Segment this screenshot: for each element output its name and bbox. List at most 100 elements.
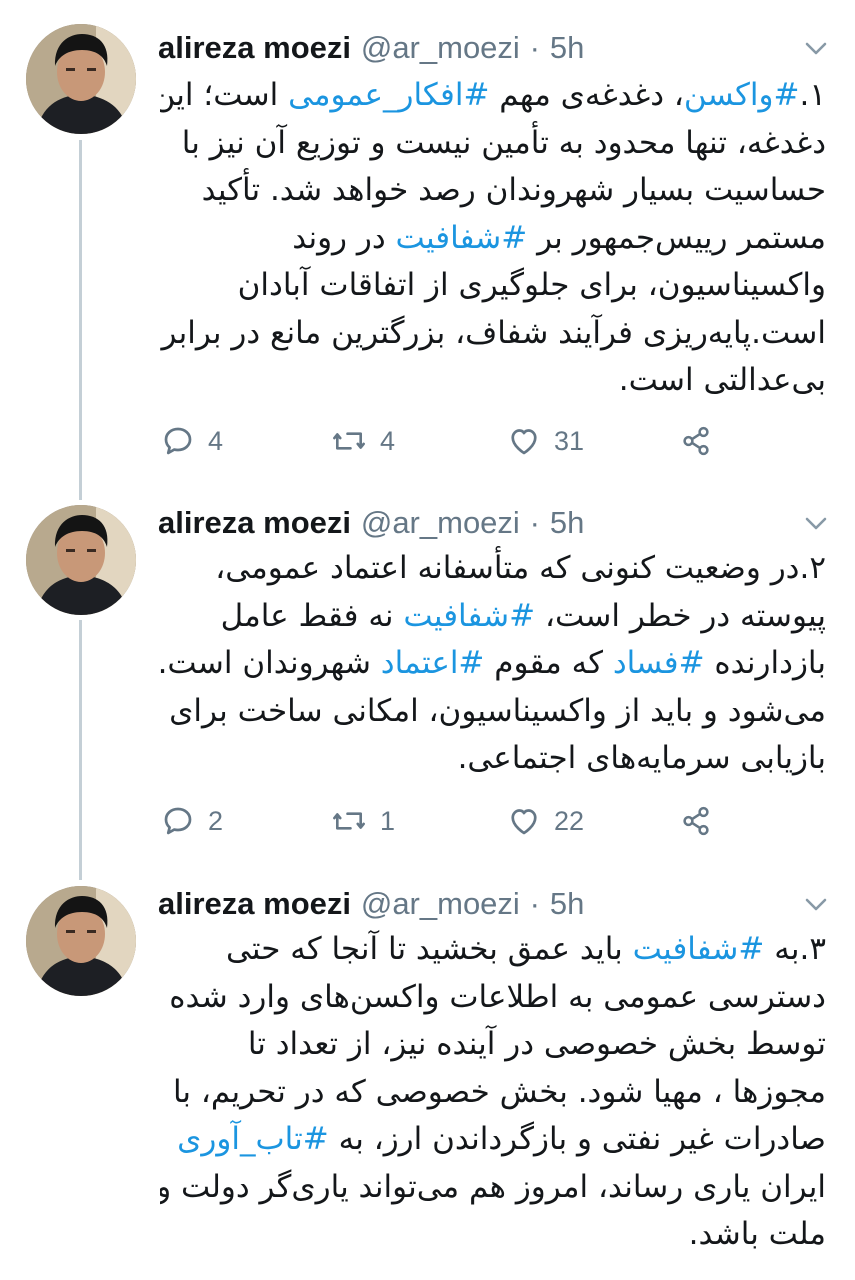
tweet-text-line: می‌شود و باید از واکسیناسیون، امکانی ساخ… bbox=[160, 688, 826, 736]
tweet-text: ۳.به #شفافیت باید عمق بخشید تا آنجا که ح… bbox=[160, 926, 826, 1259]
tweet-actions: 2 1 22 bbox=[160, 799, 780, 843]
tweet-text-line: مستمر رییس‌جمهور بر #شفافیت در روند bbox=[160, 215, 826, 263]
author-name[interactable]: alireza moezi bbox=[158, 886, 351, 921]
text-segment: ۳.به bbox=[764, 931, 826, 967]
share-button[interactable] bbox=[678, 419, 714, 463]
tweet-text-line: ملت باشد. bbox=[160, 1211, 826, 1259]
hashtag-link[interactable]: #اعتماد bbox=[381, 645, 485, 681]
tweet-text-line: ۳.به #شفافیت باید عمق بخشید تا آنجا که ح… bbox=[160, 926, 826, 974]
avatar[interactable] bbox=[26, 886, 136, 996]
text-segment: می‌شود و باید از واکسیناسیون، امکانی ساخ… bbox=[169, 692, 826, 729]
tweet-header: alireza moezi @ar_moezi · 5h bbox=[158, 878, 584, 930]
author-handle[interactable]: @ar_moezi bbox=[361, 505, 520, 540]
tweet-text-line: بی‌عدالتی است. bbox=[160, 357, 826, 405]
share-icon bbox=[678, 423, 714, 459]
text-segment: باید عمق بخشید تا آنجا که حتی bbox=[226, 931, 633, 967]
text-segment: مستمر رییس‌جمهور بر bbox=[527, 219, 826, 256]
hashtag-link[interactable]: #تاب_آوری bbox=[177, 1121, 329, 1157]
tweet-text-line: است.پایه‌ریزی فرآیند شفاف، بزرگترین مانع… bbox=[160, 310, 826, 358]
tweet-text-line: دسترسی عمومی به اطلاعات واکسن‌های وارد ش… bbox=[160, 974, 826, 1022]
text-segment: که مقوم bbox=[484, 645, 613, 681]
text-segment: ، دغدغه‌ی مهم bbox=[489, 77, 684, 113]
text-segment: بی‌عدالتی است. bbox=[618, 362, 826, 398]
tweet-header: alireza moezi @ar_moezi · 5h bbox=[158, 22, 584, 74]
avatar[interactable] bbox=[26, 505, 136, 615]
chevron-down-icon[interactable] bbox=[800, 32, 832, 64]
share-icon bbox=[678, 803, 714, 839]
reply-icon bbox=[160, 803, 196, 839]
text-segment: است؛ این bbox=[160, 77, 289, 113]
text-segment: واکسیناسیون، برای جلوگیری از اتفاقات آبا… bbox=[237, 267, 826, 303]
reply-count: 2 bbox=[208, 805, 224, 836]
separator-dot: · bbox=[529, 505, 540, 540]
text-segment: پیوسته در خطر است، bbox=[535, 597, 826, 634]
hashtag-link[interactable]: #شفافیت bbox=[396, 220, 528, 256]
text-segment: مجوزها ، مهیا شود. بخش خصوصی که در تحریم… bbox=[172, 1073, 826, 1110]
tweet-text-line: بازدارنده #فساد که مقوم #اعتماد شهروندان… bbox=[160, 640, 826, 688]
text-segment: نه فقط عامل bbox=[220, 597, 404, 634]
reply-count: 4 bbox=[208, 425, 224, 456]
separator-dot: · bbox=[529, 30, 540, 65]
retweet-count: 4 bbox=[380, 425, 396, 456]
tweet-text-line: صادرات غیر نفتی و بازگرداندن ارز، به #تا… bbox=[160, 1116, 826, 1164]
retweet-icon bbox=[330, 803, 368, 839]
hashtag-link[interactable]: #شفافیت bbox=[633, 931, 765, 967]
text-segment: در روند bbox=[292, 219, 396, 256]
like-count: 22 bbox=[554, 805, 585, 836]
tweet-text: ۲.در وضعیت کنونی که متأسفانه اعتماد عموم… bbox=[160, 545, 826, 783]
tweet-text-line: مجوزها ، مهیا شود. بخش خصوصی که در تحریم… bbox=[160, 1069, 826, 1117]
reply-button[interactable]: 2 bbox=[160, 799, 223, 843]
like-button[interactable]: 22 bbox=[506, 799, 584, 843]
share-button[interactable] bbox=[678, 799, 714, 843]
text-segment: دسترسی عمومی به اطلاعات واکسن‌های وارد ش… bbox=[169, 978, 826, 1015]
tweet-text-line: دغدغه، تنها محدود به تأمین نیست و توزیع … bbox=[160, 120, 826, 168]
text-segment: صادرات غیر نفتی و بازگرداندن ارز، به bbox=[328, 1121, 826, 1157]
text-segment: حساسیت بسیار شهروندان رصد خواهد شد. تأکی… bbox=[201, 172, 826, 208]
heart-icon bbox=[506, 423, 542, 459]
tweet-text-line: توسط بخش خصوصی در آینده نیز، از تعداد تا bbox=[160, 1021, 826, 1069]
text-segment: ۱. bbox=[799, 77, 826, 113]
tweet-text-line: ۱.#واکسن، دغدغه‌ی مهم #افکار_عمومی است؛ … bbox=[160, 72, 826, 120]
tweet-text-line: حساسیت بسیار شهروندان رصد خواهد شد. تأکی… bbox=[160, 167, 826, 215]
tweet[interactable]: alireza moezi @ar_moezi · 5h ۲.در وضعیت … bbox=[0, 497, 855, 857]
text-segment: است.پایه‌ریزی فرآیند شفاف، بزرگترین مانع… bbox=[161, 314, 826, 351]
retweet-button[interactable]: 1 bbox=[330, 799, 395, 843]
chevron-down-icon[interactable] bbox=[800, 507, 832, 539]
text-segment: شهروندان است. bbox=[160, 645, 381, 681]
reply-icon bbox=[160, 423, 196, 459]
hashtag-link[interactable]: #افکار_عمومی bbox=[288, 77, 489, 113]
timestamp[interactable]: 5h bbox=[550, 886, 584, 921]
hashtag-link[interactable]: #فساد bbox=[613, 645, 705, 681]
heart-icon bbox=[506, 803, 542, 839]
text-segment: دغدغه، تنها محدود به تأمین نیست و توزیع … bbox=[181, 124, 826, 161]
timestamp[interactable]: 5h bbox=[550, 505, 584, 540]
like-count: 31 bbox=[554, 425, 585, 456]
chevron-down-icon[interactable] bbox=[800, 888, 832, 920]
text-segment: ایران یاری رساند، امروز هم می‌تواند یاری… bbox=[160, 1168, 826, 1205]
author-name[interactable]: alireza moezi bbox=[158, 30, 351, 65]
like-button[interactable]: 31 bbox=[506, 419, 584, 463]
text-segment: بازیابی سرمایه‌های اجتماعی. bbox=[457, 740, 826, 776]
retweet-icon bbox=[330, 423, 368, 459]
text-segment: توسط بخش خصوصی در آینده نیز، از تعداد تا bbox=[247, 1026, 826, 1062]
text-segment: ۲.در وضعیت کنونی که متأسفانه اعتماد عموم… bbox=[215, 550, 826, 586]
author-handle[interactable]: @ar_moezi bbox=[361, 886, 520, 921]
tweet-text-line: ۲.در وضعیت کنونی که متأسفانه اعتماد عموم… bbox=[160, 545, 826, 593]
author-name[interactable]: alireza moezi bbox=[158, 505, 351, 540]
tweet-actions: 4 4 31 bbox=[160, 419, 780, 463]
author-handle[interactable]: @ar_moezi bbox=[361, 30, 520, 65]
tweet-text-line: واکسیناسیون، برای جلوگیری از اتفاقات آبا… bbox=[160, 262, 826, 310]
timestamp[interactable]: 5h bbox=[550, 30, 584, 65]
tweet[interactable]: alireza moezi @ar_moezi · 5h ۳.به #شفافی… bbox=[0, 878, 855, 1280]
tweet-text-line: پیوسته در خطر است، #شفافیت نه فقط عامل bbox=[160, 593, 826, 641]
tweet-text-line: ایران یاری رساند، امروز هم می‌تواند یاری… bbox=[160, 1164, 826, 1212]
hashtag-link[interactable]: #شفافیت bbox=[403, 598, 535, 634]
retweet-button[interactable]: 4 bbox=[330, 419, 395, 463]
hashtag-link[interactable]: #واکسن bbox=[684, 77, 800, 113]
tweet[interactable]: alireza moezi @ar_moezi · 5h ۱.#واکسن، د… bbox=[0, 22, 855, 467]
tweet-header: alireza moezi @ar_moezi · 5h bbox=[158, 497, 584, 549]
tweet-text-line: بازیابی سرمایه‌های اجتماعی. bbox=[160, 735, 826, 783]
retweet-count: 1 bbox=[380, 805, 396, 836]
reply-button[interactable]: 4 bbox=[160, 419, 223, 463]
avatar[interactable] bbox=[26, 24, 136, 134]
